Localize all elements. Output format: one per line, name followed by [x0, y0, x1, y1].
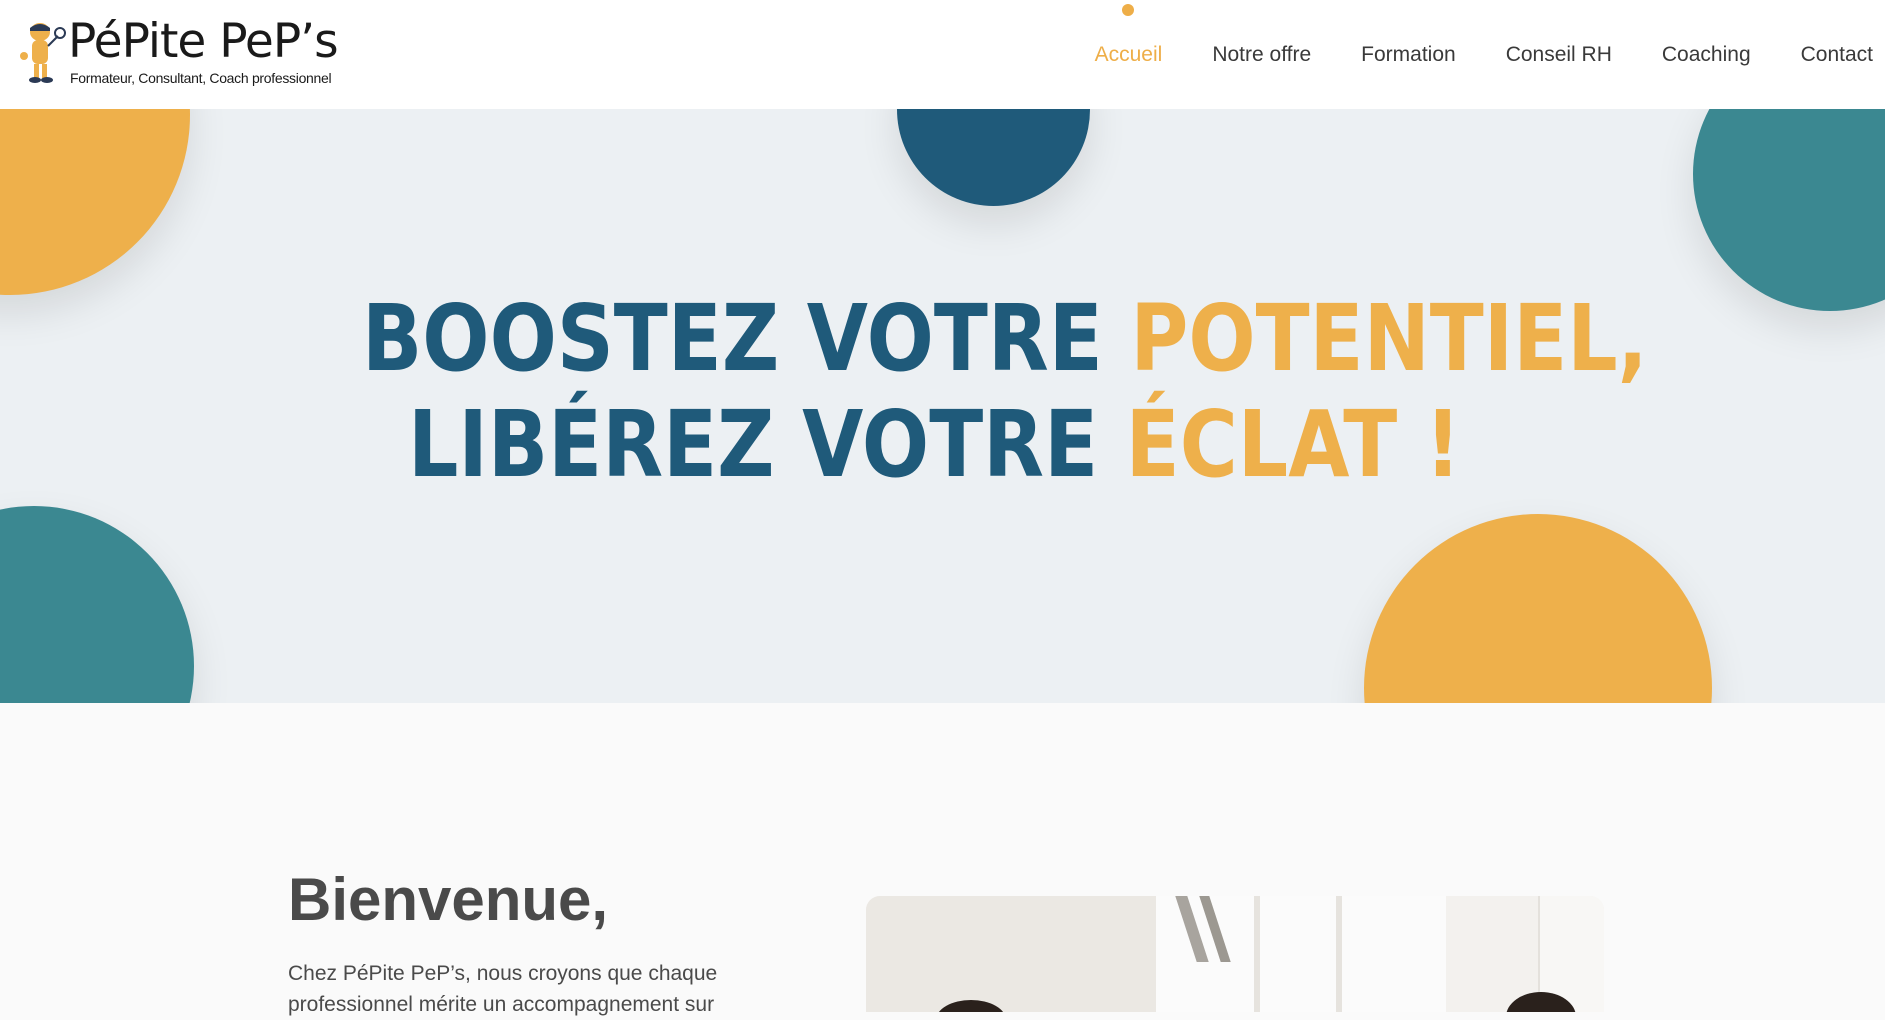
nav-item-formation[interactable]: Formation [1361, 43, 1456, 67]
brand-tagline: Formateur, Consultant, Coach professionn… [70, 70, 332, 86]
mascot-logo-icon [20, 23, 66, 83]
nav-item-label: Notre offre [1212, 42, 1312, 66]
main-nav: Accueil Notre offre Formation Conseil RH… [1045, 0, 1873, 109]
hero-headline-highlight: ÉCLAT ! [1125, 391, 1461, 498]
active-indicator-dot [1122, 3, 1135, 16]
decorative-circle-yellow [0, 109, 190, 295]
decorative-circle-teal [0, 506, 194, 703]
hero-headline-line-2: LIBÉREZ VOTRE ÉCLAT ! [408, 395, 1461, 495]
nav-item-coaching[interactable]: Coaching [1662, 43, 1751, 67]
office-team-photo [866, 896, 1604, 1012]
hero-headline-part: BOOSTEZ VOTRE [362, 285, 1131, 392]
nav-item-label: Conseil RH [1505, 42, 1612, 66]
nav-item-label: Contact [1800, 42, 1873, 66]
hero-headline-line-1: BOOSTEZ VOTRE POTENTIEL, [362, 289, 1648, 389]
nav-item-contact[interactable]: Contact [1801, 43, 1873, 67]
nav-item-label: Accueil [1094, 42, 1163, 66]
nav-item-conseil-rh[interactable]: Conseil RH [1506, 43, 1612, 67]
nav-item-label: Coaching [1661, 42, 1751, 66]
nav-item-accueil[interactable]: Accueil [1094, 3, 1163, 67]
nav-item-label: Formation [1361, 42, 1456, 66]
site-logo[interactable]: PéPite PeP’s Formateur, Consultant, Coac… [20, 14, 340, 94]
decorative-circle-navy [897, 109, 1090, 206]
welcome-heading: Bienvenue, [288, 866, 609, 933]
decorative-circle-yellow [1364, 514, 1712, 703]
brand-name: PéPite PeP’s [68, 14, 339, 69]
welcome-paragraph: Chez PéPite PeP’s, nous croyons que chaq… [288, 962, 718, 1016]
hero-headline-part: LIBÉREZ VOTRE [408, 391, 1126, 498]
nav-item-notre-offre[interactable]: Notre offre [1212, 43, 1311, 67]
hero-headline-highlight: POTENTIEL, [1130, 285, 1648, 392]
site-header: PéPite PeP’s Formateur, Consultant, Coac… [0, 0, 1885, 109]
decorative-circle-teal [1693, 109, 1885, 311]
hero-banner: BOOSTEZ VOTRE POTENTIEL, LIBÉREZ VOTRE É… [0, 109, 1885, 703]
